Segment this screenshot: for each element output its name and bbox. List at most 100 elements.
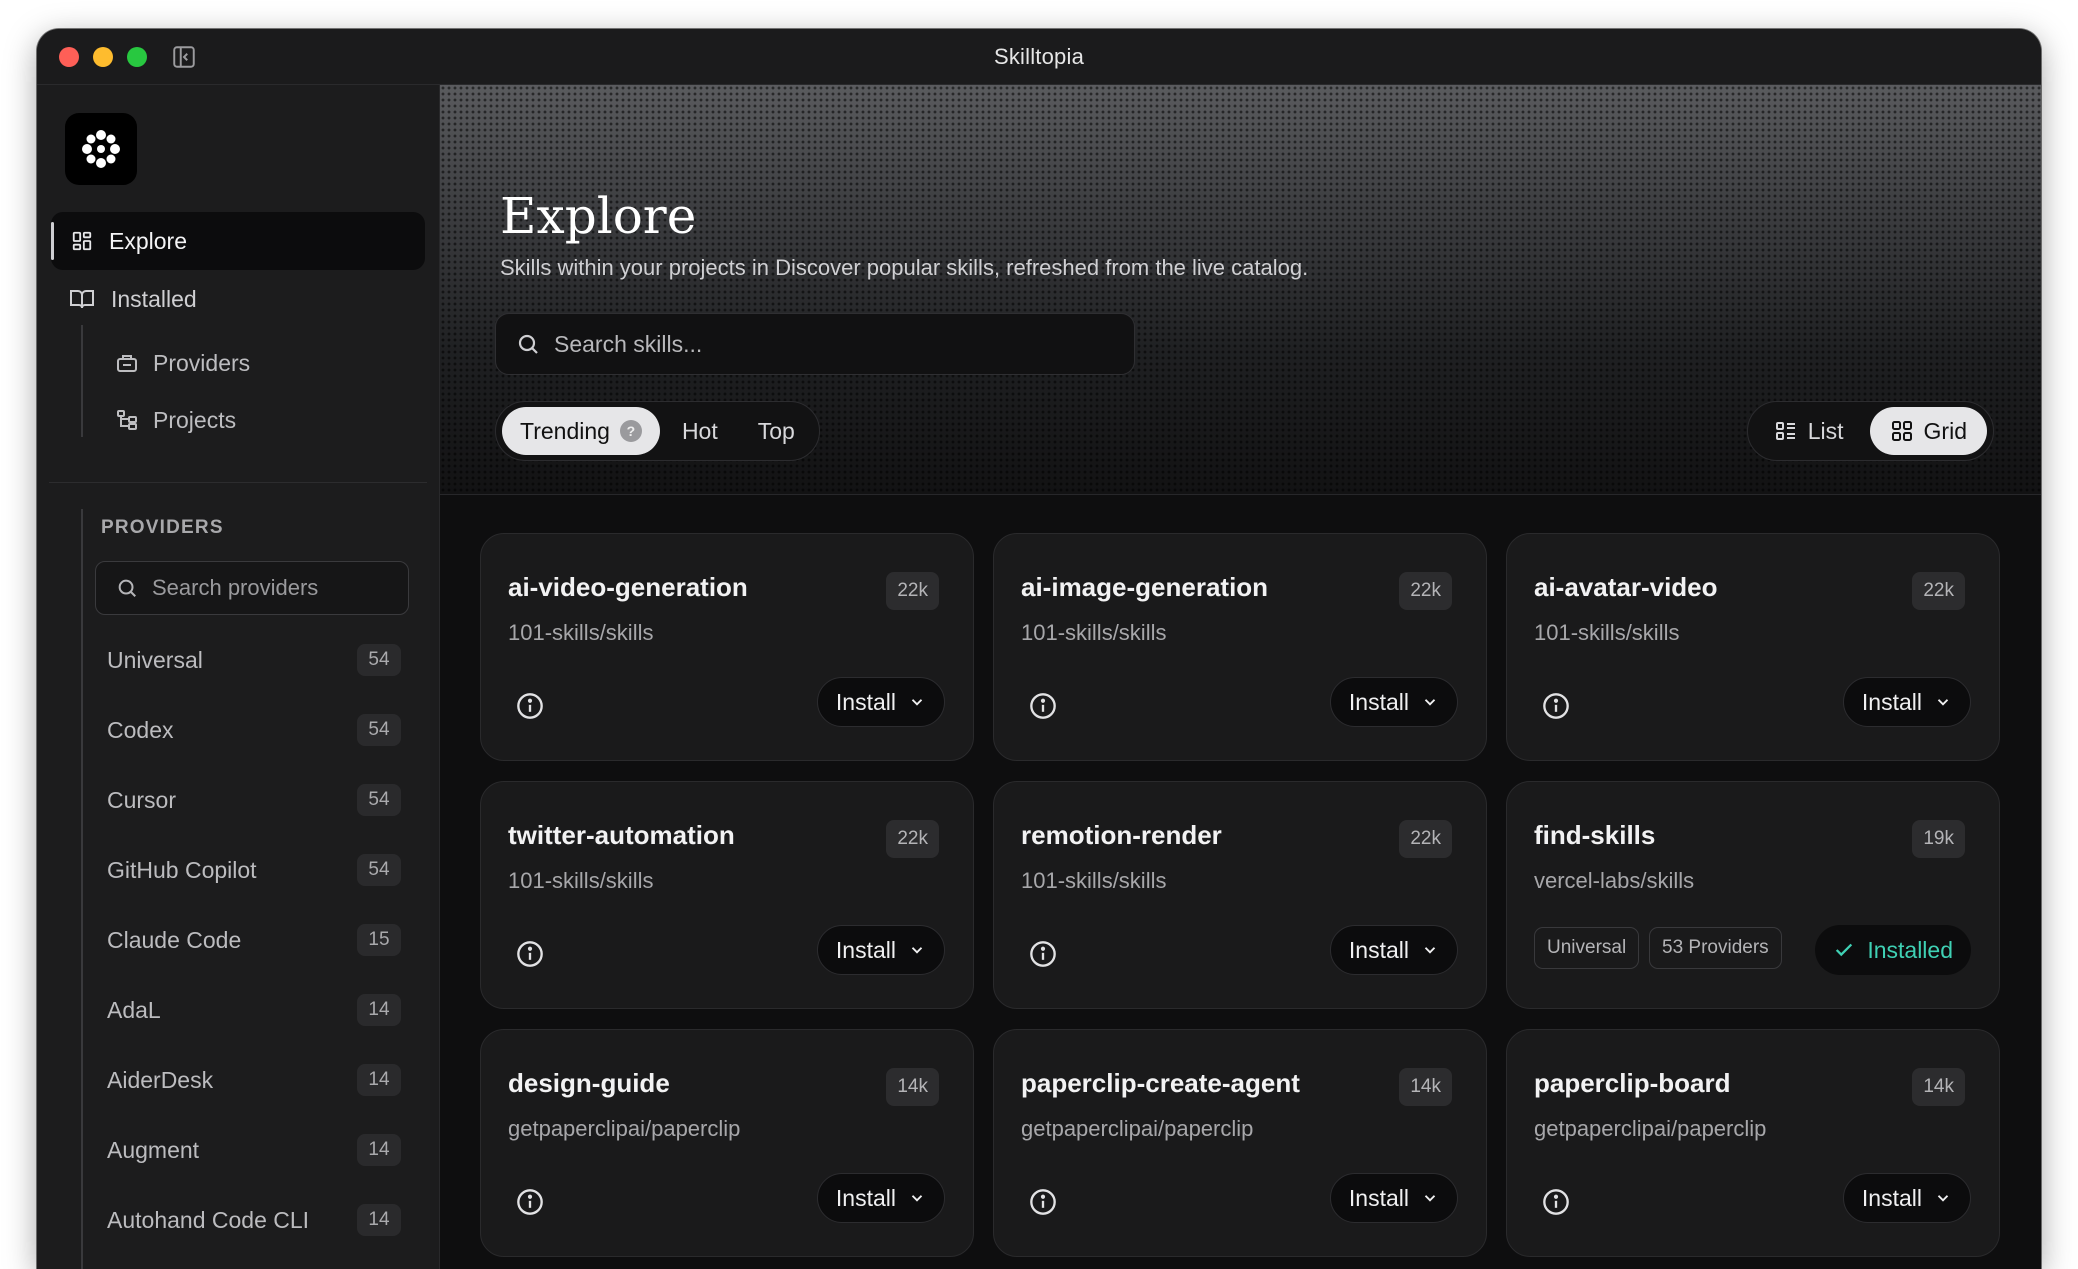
install-button[interactable]: Install: [1329, 677, 1458, 727]
skills-search-field[interactable]: [495, 313, 1135, 375]
installed-label: Installed: [1867, 936, 1953, 963]
info-icon[interactable]: [516, 940, 544, 968]
page-title: Explore: [500, 187, 697, 245]
sidebar-toggle-icon[interactable]: [171, 44, 197, 70]
provider-name: AiderDesk: [107, 1066, 214, 1093]
book-icon: [70, 290, 94, 309]
sidebar-item-projects[interactable]: Projects: [115, 400, 236, 440]
app-logo[interactable]: [65, 113, 137, 185]
info-icon[interactable]: [1542, 1188, 1570, 1216]
skills-grid: ai-video-generation 101-skills/skills 22k I…: [480, 533, 2000, 1257]
chevron-down-icon: [1424, 1195, 1436, 1202]
zoom-window-button[interactable]: [127, 47, 147, 67]
providers-search-input[interactable]: [152, 575, 392, 601]
skill-repo: 101-skills/skills: [508, 868, 654, 893]
provider-name: Codex: [107, 716, 174, 743]
provider-item[interactable]: Claude Code 15: [95, 905, 415, 975]
skill-card[interactable]: ai-avatar-video 101-skills/skills 22k Insta…: [1506, 533, 2000, 761]
provider-tag: 53 Providers: [1649, 927, 1782, 969]
provider-name: Cursor: [107, 786, 177, 813]
chevron-down-icon: [1937, 1195, 1949, 1202]
tab-hot[interactable]: Hot: [664, 407, 736, 455]
skill-card[interactable]: find-skills vercel-labs/skills 19k Universa…: [1506, 781, 2000, 1009]
install-label: Install: [1348, 688, 1409, 715]
sidebar: Explore Installed Providers Projects PRO…: [37, 85, 440, 1269]
skill-repo: 101-skills/skills: [508, 620, 654, 645]
install-count-badge: 19k: [1912, 820, 1965, 858]
provider-item[interactable]: Universal 54: [95, 625, 415, 695]
install-count-badge: 22k: [1912, 572, 1965, 610]
installed-button[interactable]: Installed: [1815, 925, 1971, 975]
explore-hero: Explore Skills within your projects in D…: [440, 85, 2041, 495]
sidebar-item-label: Installed: [111, 285, 197, 312]
main-content: Explore Skills within your projects in D…: [440, 85, 2041, 1269]
install-count-badge: 22k: [886, 820, 939, 858]
skill-card[interactable]: ai-image-generation 101-skills/skills 22k I…: [993, 533, 1487, 761]
info-icon[interactable]: [516, 1188, 544, 1216]
view-toggle: List Grid: [1746, 401, 1994, 461]
provider-item[interactable]: AiderDesk 14: [95, 1045, 415, 1115]
skill-name: paperclip-board: [1534, 1068, 1731, 1098]
sort-tabs: Trending ? Hot Top: [495, 401, 820, 461]
provider-item[interactable]: Cursor 54: [95, 765, 415, 835]
box-icon: [117, 355, 137, 372]
chevron-down-icon: [911, 699, 923, 706]
install-label: Install: [835, 688, 896, 715]
providers-search-field[interactable]: [95, 561, 409, 615]
app-window: Skilltopia Explore Installed Providers P…: [37, 29, 2041, 1269]
install-button[interactable]: Install: [816, 677, 945, 727]
close-window-button[interactable]: [59, 47, 79, 67]
provider-item[interactable]: Codex 54: [95, 695, 415, 765]
install-button[interactable]: Install: [1842, 1173, 1971, 1223]
skill-card[interactable]: twitter-automation 101-skills/skills 22k In…: [480, 781, 974, 1009]
provider-name: Augment: [107, 1136, 200, 1163]
info-icon[interactable]: [1542, 692, 1570, 720]
minimize-window-button[interactable]: [93, 47, 113, 67]
provider-count-badge: 14: [357, 1064, 401, 1096]
info-icon[interactable]: [516, 692, 544, 720]
grid-view-button[interactable]: Grid: [1869, 407, 1987, 455]
provider-item[interactable]: AdaL 14: [95, 975, 415, 1045]
tab-trending[interactable]: Trending ?: [502, 407, 660, 455]
info-icon[interactable]: [1029, 940, 1057, 968]
sidebar-item-label: Explore: [109, 227, 187, 254]
skill-card[interactable]: ai-video-generation 101-skills/skills 22k I…: [480, 533, 974, 761]
skill-name: design-guide: [508, 1068, 670, 1098]
sidebar-item-explore[interactable]: Explore: [51, 212, 425, 270]
install-button[interactable]: Install: [816, 1173, 945, 1223]
provider-item[interactable]: Augment 14: [95, 1115, 415, 1185]
sidebar-item-providers[interactable]: Providers: [115, 343, 250, 383]
skill-card[interactable]: design-guide getpaperclipai/paperclip 14k I…: [480, 1029, 974, 1257]
info-icon[interactable]: [1029, 692, 1057, 720]
install-label: Install: [1861, 1184, 1922, 1211]
search-icon: [518, 334, 538, 354]
tab-top[interactable]: Top: [740, 407, 813, 455]
chevron-down-icon: [1937, 699, 1949, 706]
skill-name: remotion-render: [1021, 820, 1222, 850]
skill-card[interactable]: paperclip-board getpaperclipai/paperclip 1…: [1506, 1029, 2000, 1257]
list-view-button[interactable]: List: [1754, 407, 1864, 455]
page-subtitle: Skills within your projects in Discover …: [500, 255, 1309, 280]
install-button[interactable]: Install: [1329, 925, 1458, 975]
help-icon[interactable]: ?: [619, 420, 642, 442]
install-label: Install: [1348, 936, 1409, 963]
sidebar-item-installed[interactable]: Installed: [69, 279, 197, 319]
check-icon: [1836, 943, 1853, 957]
tab-label: Trending: [520, 417, 610, 444]
install-button[interactable]: Install: [1329, 1173, 1458, 1223]
skill-card[interactable]: paperclip-create-agent getpaperclipai/pap…: [993, 1029, 1487, 1257]
provider-item[interactable]: Autohand Code CLI 14: [95, 1185, 415, 1255]
skill-name: ai-video-generation: [508, 572, 748, 602]
install-button[interactable]: Install: [1842, 677, 1971, 727]
provider-count-badge: 14: [357, 1134, 401, 1166]
install-button[interactable]: Install: [816, 925, 945, 975]
skills-search-input[interactable]: [554, 330, 1114, 358]
provider-name: Autohand Code CLI: [107, 1206, 310, 1233]
skill-card[interactable]: remotion-render 101-skills/skills 22k Insta…: [993, 781, 1487, 1009]
skill-name: ai-image-generation: [1021, 572, 1269, 602]
provider-item[interactable]: GitHub Copilot 54: [95, 835, 415, 905]
install-count-badge: 22k: [1399, 572, 1452, 610]
provider-name: GitHub Copilot: [107, 856, 257, 883]
list-view-label: List: [1807, 417, 1844, 444]
info-icon[interactable]: [1029, 1188, 1057, 1216]
